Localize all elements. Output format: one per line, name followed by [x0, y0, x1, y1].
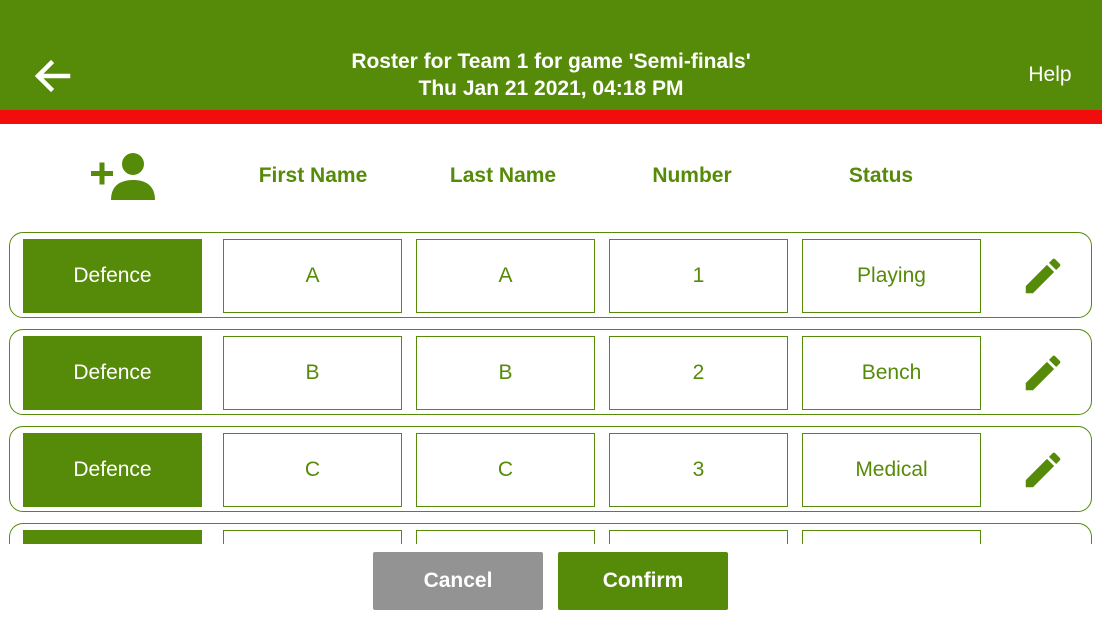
title-line-2: Thu Jan 21 2021, 04:18 PM [418, 77, 684, 100]
roster-row [9, 523, 1092, 544]
pencil-icon [1025, 452, 1061, 488]
status-field[interactable]: Bench [802, 336, 981, 410]
title-line-1: Roster for Team 1 for game 'Semi-finals' [351, 50, 751, 73]
accent-divider [0, 110, 1102, 124]
status-field[interactable]: Playing [802, 239, 981, 313]
last-name-field[interactable]: A [416, 239, 595, 313]
back-button[interactable] [30, 54, 74, 98]
last-name-field[interactable]: B [416, 336, 595, 410]
column-header-row: First Name Last Name Number Status [0, 140, 1102, 210]
add-player-button[interactable] [88, 148, 162, 204]
last-name-field[interactable] [416, 530, 595, 544]
number-field[interactable]: 3 [609, 433, 788, 507]
number-field[interactable]: 1 [609, 239, 788, 313]
header-number: Number [652, 164, 732, 187]
help-link[interactable]: Help [1010, 62, 1090, 88]
position-button[interactable] [23, 530, 202, 544]
app-header: Roster for Team 1 for game 'Semi-finals'… [0, 0, 1102, 110]
header-first-name: First Name [258, 164, 368, 187]
edit-row-button[interactable] [1020, 447, 1066, 493]
first-name-field[interactable]: B [223, 336, 402, 410]
footer-actions: Cancel Confirm [0, 544, 1102, 620]
position-button[interactable]: Defence [23, 433, 202, 507]
number-field[interactable]: 2 [609, 336, 788, 410]
first-name-field[interactable]: C [223, 433, 402, 507]
edit-row-button[interactable] [1020, 350, 1066, 396]
header-status: Status [848, 164, 914, 187]
roster-list[interactable]: Defence A A 1 Playing Defence B B 2 Benc… [0, 228, 1102, 544]
pencil-icon [1025, 355, 1061, 391]
number-field[interactable] [609, 530, 788, 544]
arrow-left-icon [34, 59, 71, 93]
position-button[interactable]: Defence [23, 239, 202, 313]
roster-row: Defence A A 1 Playing [9, 232, 1092, 318]
roster-row: Defence B B 2 Bench [9, 329, 1092, 415]
last-name-field[interactable]: C [416, 433, 595, 507]
first-name-field[interactable]: A [223, 239, 402, 313]
status-field[interactable]: Medical [802, 433, 981, 507]
first-name-field[interactable] [223, 530, 402, 544]
confirm-button[interactable]: Confirm [558, 552, 728, 610]
roster-row: Defence C C 3 Medical [9, 426, 1092, 512]
edit-row-button[interactable] [1020, 253, 1066, 299]
status-field[interactable] [802, 530, 981, 544]
header-last-name: Last Name [449, 164, 557, 187]
pencil-icon [1025, 258, 1061, 294]
cancel-button[interactable]: Cancel [373, 552, 543, 610]
page-title: Roster for Team 1 for game 'Semi-finals'… [250, 48, 852, 102]
add-person-icon [91, 153, 155, 200]
position-button[interactable]: Defence [23, 336, 202, 410]
